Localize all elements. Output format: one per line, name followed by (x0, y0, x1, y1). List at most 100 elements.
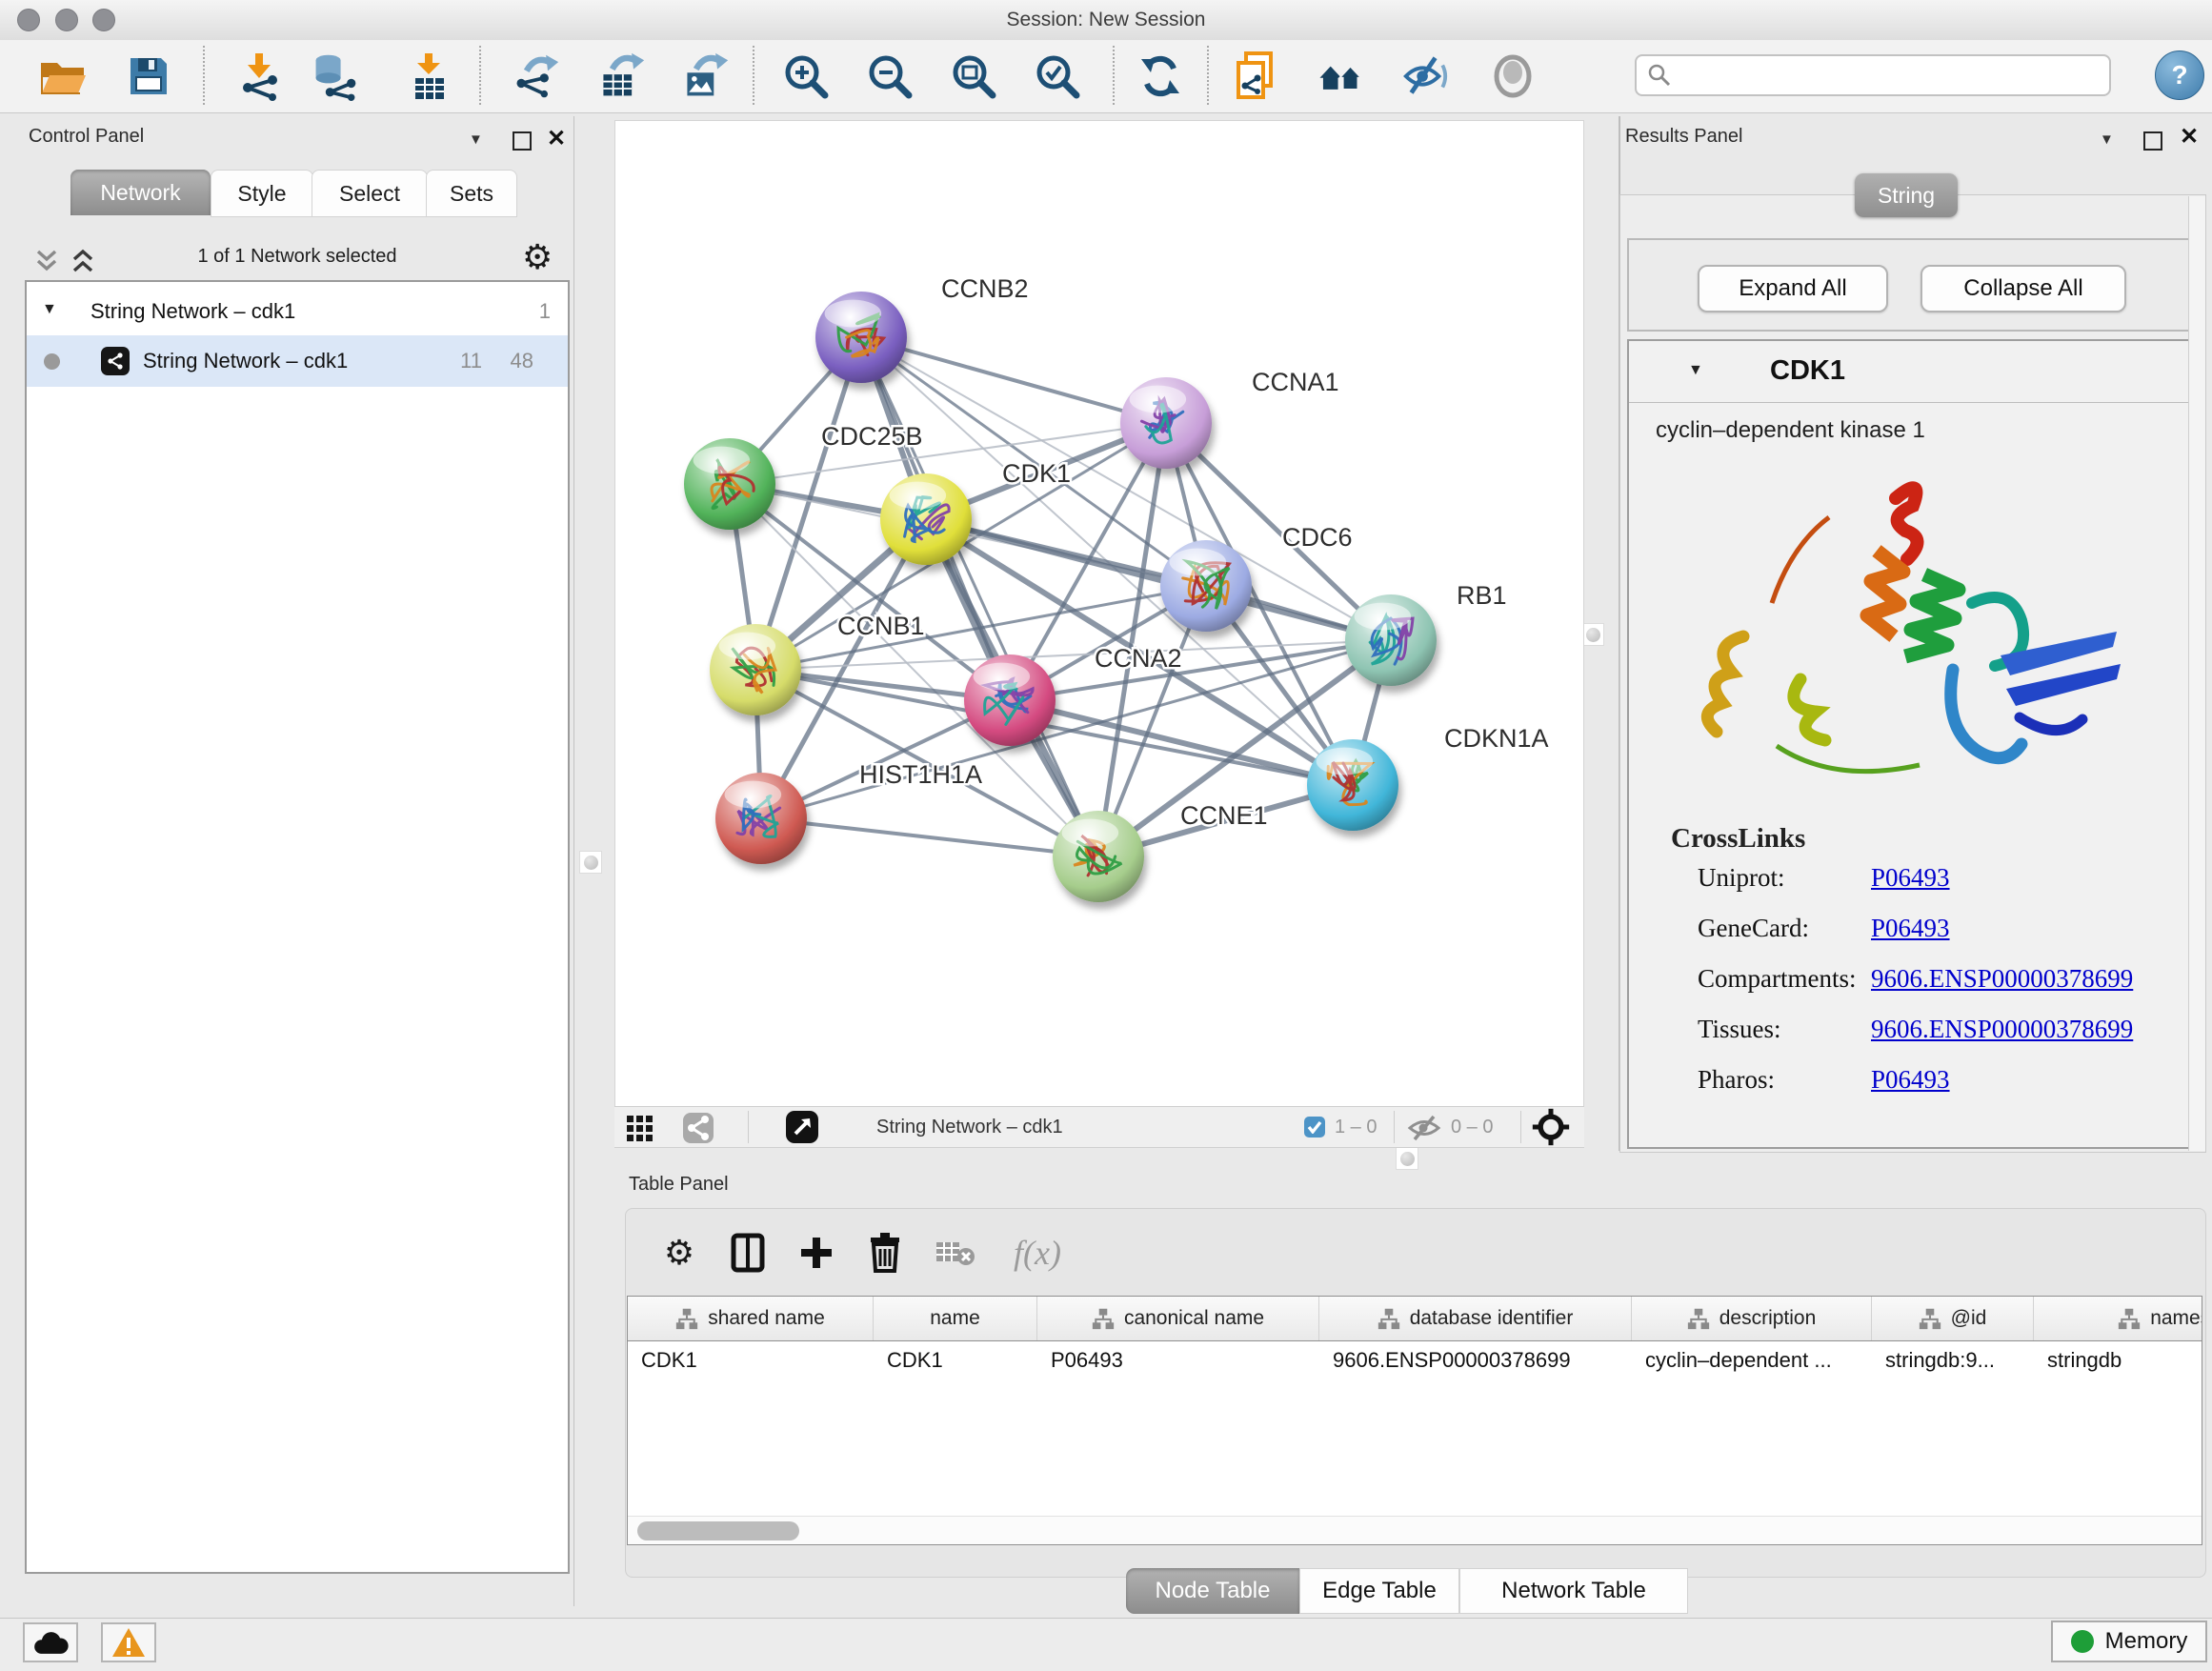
import-database-icon[interactable] (311, 51, 360, 101)
network-view-title: String Network – cdk1 (876, 1107, 1063, 1147)
function-builder-icon[interactable]: f(x) (999, 1226, 1076, 1279)
results-panel-float-icon[interactable] (2143, 131, 2162, 151)
zoom-selected-icon[interactable] (1033, 51, 1082, 101)
fit-content-crosshair-icon[interactable] (1532, 1108, 1570, 1151)
network-node-RB1[interactable] (1345, 594, 1437, 686)
tab-edge-table[interactable]: Edge Table (1299, 1568, 1459, 1614)
column-header-name[interactable]: name (874, 1297, 1037, 1340)
zoom-in-icon[interactable] (781, 51, 831, 101)
network-node-CCNB1[interactable] (710, 624, 801, 715)
column-header-description[interactable]: description (1632, 1297, 1872, 1340)
zoom-fit-icon[interactable] (949, 51, 998, 101)
network-tree-item-selected[interactable]: String Network – cdk1 11 48 (27, 335, 568, 387)
open-session-icon[interactable] (38, 51, 88, 101)
control-panel-close-icon[interactable]: ✕ (547, 131, 566, 147)
network-node-CDKN1A[interactable] (1307, 739, 1398, 831)
column-header-namespace[interactable]: namespace (2034, 1297, 2202, 1340)
table-cell[interactable]: CDK1 (628, 1340, 874, 1380)
network-node-CDC6[interactable] (1160, 540, 1252, 632)
results-panel-scrollbar[interactable] (2188, 196, 2205, 1151)
copy-documents-icon[interactable] (1233, 51, 1282, 101)
tree-collapse-icon[interactable]: ▼ (42, 301, 57, 318)
horizontal-splitter-handle[interactable] (1396, 1147, 1418, 1170)
results-panel-close-icon[interactable]: ✕ (2180, 130, 2199, 145)
right-splitter-handle[interactable] (1581, 623, 1604, 646)
table-cell[interactable]: cyclin–dependent ... (1632, 1340, 1872, 1380)
table-cell[interactable]: 9606.ENSP00000378699 (1319, 1340, 1632, 1380)
entry-collapse-icon[interactable]: ▼ (1688, 362, 1703, 379)
help-icon[interactable]: ? (2155, 50, 2204, 100)
left-splitter[interactable] (573, 116, 574, 1606)
import-network-icon[interactable] (234, 51, 284, 101)
table-cell[interactable]: stringdb (2034, 1340, 2202, 1380)
network-node-CCNA2[interactable] (964, 654, 1056, 746)
tab-network-table[interactable]: Network Table (1459, 1568, 1688, 1614)
cloud-status-icon[interactable] (23, 1622, 78, 1662)
entry-header[interactable]: ▼ CDK1 (1629, 341, 2197, 403)
scrollbar-thumb[interactable] (637, 1521, 799, 1540)
table-cell[interactable]: P06493 (1037, 1340, 1319, 1380)
search-input[interactable] (1673, 64, 2086, 88)
collapse-all-button[interactable]: Collapse All (1920, 265, 2126, 312)
network-options-gear-icon[interactable]: ⚙ (522, 240, 553, 274)
create-column-icon[interactable] (790, 1226, 843, 1279)
open-in-window-icon[interactable] (786, 1111, 818, 1148)
column-header-database-identifier[interactable]: database identifier (1319, 1297, 1632, 1340)
network-node-CCNB2[interactable] (815, 292, 907, 383)
table-horizontal-scrollbar[interactable] (628, 1516, 2202, 1545)
table-options-gear-icon[interactable]: ⚙ (653, 1226, 706, 1279)
node-label-CCNE1: CCNE1 (1180, 801, 1268, 830)
export-image-icon[interactable] (680, 51, 730, 101)
delete-table-icon[interactable] (929, 1226, 982, 1279)
crosslink-link[interactable]: P06493 (1871, 914, 1950, 943)
first-neighbors-icon[interactable] (1317, 51, 1366, 101)
network-share-icon[interactable] (683, 1113, 714, 1148)
crosslink-link[interactable]: 9606.ENSP00000378699 (1871, 1015, 2133, 1044)
show-columns-icon[interactable] (721, 1226, 774, 1279)
export-table-icon[interactable] (596, 51, 646, 101)
crosslink-link[interactable]: P06493 (1871, 1065, 1950, 1095)
hidden-eye-icon[interactable] (1407, 1114, 1441, 1147)
network-node-HIST1H1A[interactable] (715, 773, 807, 864)
network-edge (761, 640, 1391, 818)
refresh-icon[interactable] (1136, 51, 1185, 101)
network-tree-collection-row[interactable]: ▼ String Network – cdk1 1 (27, 292, 568, 332)
selected-checkbox-icon[interactable] (1304, 1117, 1325, 1137)
table-cell[interactable]: CDK1 (874, 1340, 1037, 1380)
crosslink-link[interactable]: 9606.ENSP00000378699 (1871, 964, 2133, 994)
memory-button[interactable]: Memory (2051, 1621, 2207, 1662)
network-canvas[interactable]: CCNB2CCNA1CDC25BCDK1CDC6RB1CCNB1CCNA2CDK… (614, 120, 1584, 1107)
column-header-shared-name[interactable]: shared name (628, 1297, 874, 1340)
tab-style[interactable]: Style (211, 170, 313, 217)
node-table[interactable]: shared namenamecanonical namedatabase id… (627, 1296, 2202, 1545)
zoom-out-icon[interactable] (865, 51, 915, 101)
hide-selected-icon[interactable] (1400, 51, 1450, 101)
network-node-CCNE1[interactable] (1053, 811, 1144, 902)
left-splitter-handle[interactable] (579, 851, 602, 874)
save-session-icon[interactable] (124, 51, 173, 101)
network-node-CCNA1[interactable] (1120, 377, 1212, 469)
network-node-CDC25B[interactable] (684, 438, 775, 530)
crosslink-link[interactable]: P06493 (1871, 863, 1950, 893)
birds-eye-view-icon[interactable] (626, 1115, 654, 1146)
search-field[interactable] (1635, 54, 2111, 96)
delete-column-trash-icon[interactable] (858, 1226, 912, 1279)
column-header-canonical-name[interactable]: canonical name (1037, 1297, 1319, 1340)
network-node-CDK1[interactable] (880, 473, 972, 565)
show-all-icon[interactable] (1488, 51, 1538, 101)
table-cell[interactable]: stringdb:9... (1872, 1340, 2034, 1380)
tab-select[interactable]: Select (312, 170, 428, 217)
expand-all-button[interactable]: Expand All (1698, 265, 1888, 312)
export-network-icon[interactable] (511, 51, 560, 101)
tab-node-table[interactable]: Node Table (1126, 1568, 1299, 1614)
column-header--id[interactable]: @id (1872, 1297, 2034, 1340)
tab-string[interactable]: String (1855, 173, 1958, 217)
tab-sets[interactable]: Sets (426, 170, 517, 217)
control-panel-float-icon[interactable] (513, 131, 532, 151)
warning-status-icon[interactable] (101, 1622, 156, 1662)
control-panel-menu-icon[interactable]: ▼ (469, 131, 483, 148)
import-table-icon[interactable] (404, 51, 453, 101)
tab-network[interactable]: Network (70, 170, 211, 215)
results-panel-menu-icon[interactable]: ▼ (2100, 131, 2114, 148)
table-row[interactable]: CDK1CDK1P064939606.ENSP00000378699cyclin… (628, 1340, 2202, 1380)
